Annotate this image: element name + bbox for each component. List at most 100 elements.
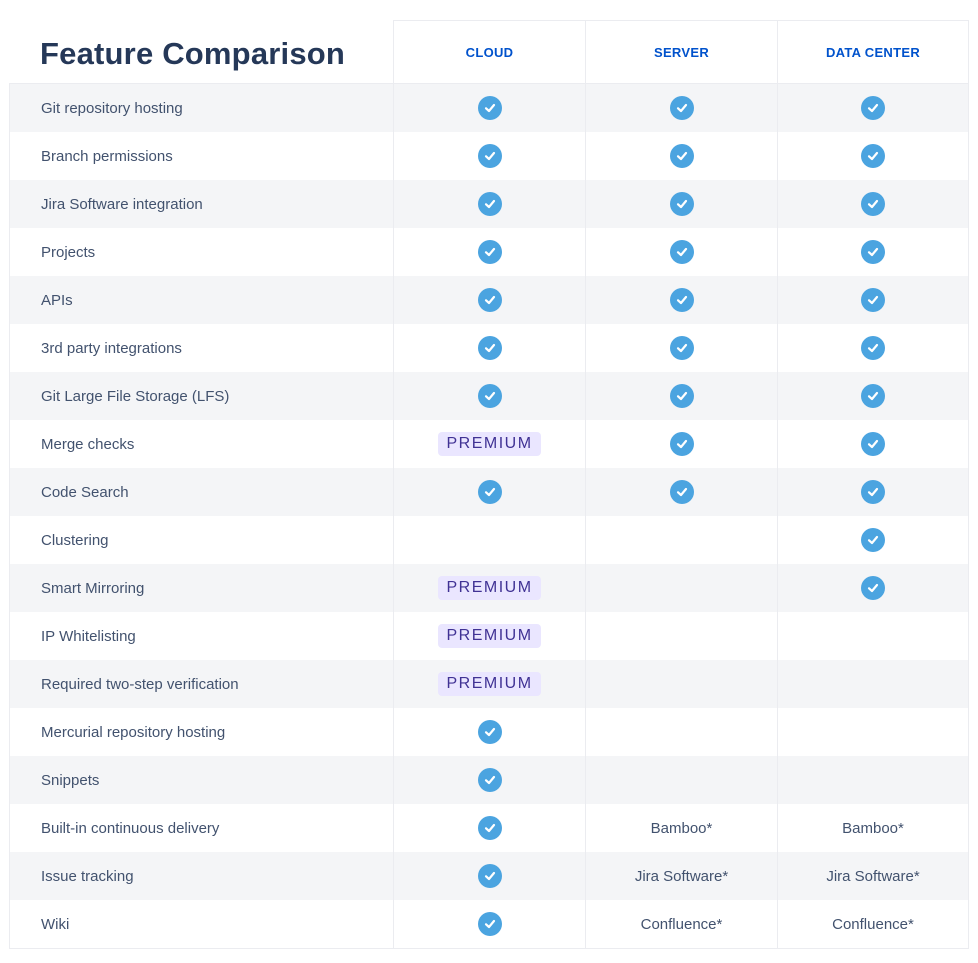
cell-text: Jira Software* <box>826 867 920 885</box>
feature-name: Snippets <box>9 756 393 804</box>
table-row: Branch permissions <box>9 132 969 180</box>
feature-name: 3rd party integrations <box>9 324 393 372</box>
cell-cloud <box>393 276 585 324</box>
column-header-cloud: CLOUD <box>393 20 585 84</box>
cell-server <box>585 564 777 612</box>
table-row: Code Search <box>9 468 969 516</box>
cell-cloud <box>393 372 585 420</box>
cell-data-center <box>777 132 969 180</box>
cell-data-center: Confluence* <box>777 900 969 948</box>
cell-data-center <box>777 516 969 564</box>
cell-server <box>585 276 777 324</box>
feature-name: Clustering <box>9 516 393 564</box>
cell-server <box>585 132 777 180</box>
cell-text: Bamboo* <box>842 819 904 837</box>
check-circle-icon <box>477 912 502 936</box>
title-cell: Feature Comparison <box>9 20 393 84</box>
check-circle-icon <box>477 768 502 792</box>
cell-data-center <box>777 324 969 372</box>
check-circle-icon <box>861 528 885 552</box>
feature-name: Wiki <box>9 900 393 948</box>
table-row: Jira Software integration <box>9 180 969 228</box>
check-circle-icon <box>861 480 885 504</box>
column-header-data-center: DATA CENTER <box>777 20 969 84</box>
cell-cloud: PREMIUM <box>393 612 585 660</box>
cell-data-center <box>777 228 969 276</box>
check-circle-icon <box>477 480 502 504</box>
cell-server <box>585 612 777 660</box>
feature-name: Smart Mirroring <box>9 564 393 612</box>
cell-cloud <box>393 516 585 564</box>
check-circle-icon <box>477 816 502 840</box>
cell-server <box>585 228 777 276</box>
cell-text: Bamboo* <box>650 819 713 837</box>
feature-name: APIs <box>9 276 393 324</box>
cell-cloud <box>393 708 585 756</box>
check-circle-icon <box>861 336 885 360</box>
check-circle-icon <box>477 288 502 312</box>
cell-server <box>585 324 777 372</box>
table-row: Built-in continuous delivery Bamboo* Bambo… <box>9 804 969 852</box>
table-header: Feature Comparison CLOUD SERVER DATA CEN… <box>9 20 969 84</box>
cell-server <box>585 516 777 564</box>
feature-name: Required two-step verification <box>9 660 393 708</box>
cell-text: Confluence* <box>832 915 914 933</box>
cell-data-center <box>777 372 969 420</box>
table-row: Git Large File Storage (LFS) <box>9 372 969 420</box>
check-circle-icon <box>477 192 502 216</box>
feature-name: Projects <box>9 228 393 276</box>
table-row: IP Whitelisting PREMIUM <box>9 612 969 660</box>
cell-data-center <box>777 564 969 612</box>
feature-name: IP Whitelisting <box>9 612 393 660</box>
check-circle-icon <box>477 864 502 888</box>
cell-cloud <box>393 852 585 900</box>
cell-cloud <box>393 900 585 948</box>
cell-data-center: Jira Software* <box>777 852 969 900</box>
table-row: Wiki Confluence* Confluence* <box>9 900 969 948</box>
cell-data-center <box>777 468 969 516</box>
check-circle-icon <box>861 384 885 408</box>
check-circle-icon <box>669 192 694 216</box>
feature-name: Merge checks <box>9 420 393 468</box>
cell-server <box>585 756 777 804</box>
cell-data-center <box>777 180 969 228</box>
cell-server <box>585 84 777 132</box>
cell-cloud <box>393 468 585 516</box>
check-circle-icon <box>477 384 502 408</box>
cell-cloud <box>393 180 585 228</box>
premium-badge: PREMIUM <box>438 432 541 456</box>
table-row: Required two-step verification PREMIUM <box>9 660 969 708</box>
cell-cloud <box>393 756 585 804</box>
table-row: Git repository hosting <box>9 84 969 132</box>
cell-text: Jira Software* <box>634 867 729 885</box>
cell-server <box>585 420 777 468</box>
check-circle-icon <box>669 240 694 264</box>
table-row: Issue tracking Jira Software* Jira Softwar… <box>9 852 969 900</box>
check-circle-icon <box>669 144 694 168</box>
cell-data-center <box>777 708 969 756</box>
feature-name: Git repository hosting <box>9 84 393 132</box>
table-row: Snippets <box>9 756 969 804</box>
cell-server <box>585 372 777 420</box>
cell-data-center <box>777 84 969 132</box>
cell-cloud <box>393 324 585 372</box>
cell-cloud: PREMIUM <box>393 420 585 468</box>
check-circle-icon <box>861 576 885 600</box>
check-circle-icon <box>861 288 885 312</box>
cell-server: Confluence* <box>585 900 777 948</box>
cell-server: Bamboo* <box>585 804 777 852</box>
cell-data-center: Bamboo* <box>777 804 969 852</box>
table-body: Git repository hosting Branch permissions… <box>9 84 969 949</box>
check-circle-icon <box>477 144 502 168</box>
cell-data-center <box>777 612 969 660</box>
cell-server <box>585 660 777 708</box>
feature-name: Git Large File Storage (LFS) <box>9 372 393 420</box>
feature-comparison-table: Feature Comparison CLOUD SERVER DATA CEN… <box>9 20 969 949</box>
page-title: Feature Comparison <box>40 35 346 71</box>
table-row: APIs <box>9 276 969 324</box>
cell-data-center <box>777 420 969 468</box>
cell-cloud <box>393 84 585 132</box>
column-header-server: SERVER <box>585 20 777 84</box>
cell-cloud <box>393 132 585 180</box>
cell-cloud <box>393 228 585 276</box>
